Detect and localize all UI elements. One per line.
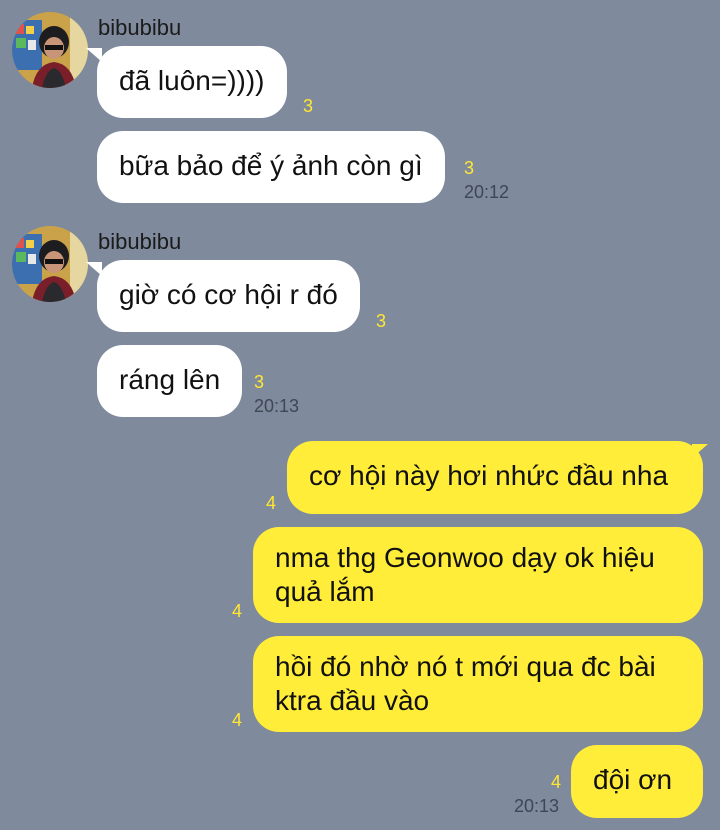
message-time: 20:13 [514,796,560,816]
message-bubble-outgoing[interactable]: nma thg Geonwoo dạy ok hiệu quả lắm [253,527,703,623]
message-time: 20:13 [254,396,300,416]
message-bubble-outgoing[interactable]: cơ hội này hơi nhức đầu nha [287,441,703,514]
message-time: 20:12 [464,182,510,202]
sender-name: bibubibu [98,15,182,40]
unread-count: 3 [303,96,314,116]
unread-count: 4 [551,772,562,792]
unread-count: 3 [254,372,265,392]
message-bubble-outgoing[interactable]: đội ơn [571,745,703,818]
message-bubble-incoming[interactable]: giờ có cơ hội r đó [97,260,360,332]
unread-count: 3 [464,158,475,178]
sender-name: bibubibu [98,229,182,254]
unread-count: 4 [266,493,277,513]
unread-count: 4 [232,710,243,730]
message-bubble-incoming[interactable]: bữa bảo để ý ảnh còn gì [97,131,445,203]
unread-count: 4 [232,601,243,621]
unread-count: 3 [376,311,387,331]
avatar[interactable] [12,226,88,302]
avatar[interactable] [12,12,88,88]
message-bubble-incoming[interactable]: đã luôn=)))) [97,46,287,118]
message-bubble-incoming[interactable]: ráng lên [97,345,243,417]
profile-photo-icon [12,226,88,302]
message-bubble-outgoing[interactable]: hồi đó nhờ nó t mới qua đc bài ktra đầu … [253,636,703,732]
profile-photo-icon [12,12,88,88]
